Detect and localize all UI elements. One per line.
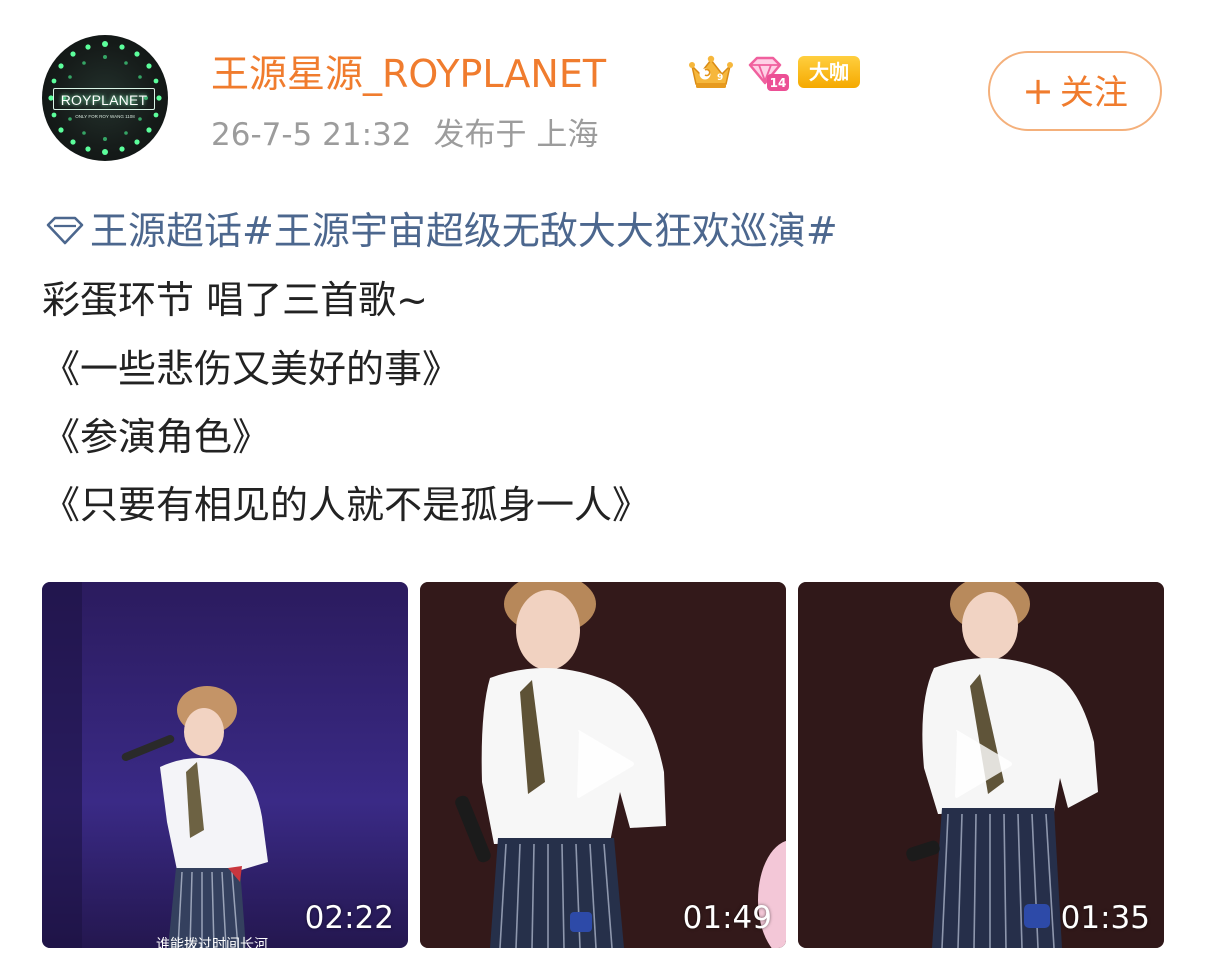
post-text-line: 彩蛋环节 唱了三首歌~ — [42, 278, 428, 322]
weibo-post: ROYPLANET ONLY FOR ROY WANG 1108 王源星源_RO… — [0, 0, 1206, 959]
supertopic-diamond-icon — [46, 216, 84, 244]
follow-button[interactable]: + 关注 — [988, 51, 1162, 131]
video-duration: 01:49 — [682, 900, 772, 936]
post-time: 26-7-5 21:32 — [211, 117, 412, 153]
video-thumbnail-3[interactable]: 01:35 — [798, 582, 1164, 948]
author-name[interactable]: 王源星源_ROYPLANET — [211, 52, 606, 96]
play-icon[interactable] — [573, 728, 637, 800]
plus-icon: + — [1022, 69, 1054, 113]
post-text-line: 《一些悲伤又美好的事》 — [42, 347, 461, 391]
svg-text:14: 14 — [770, 76, 787, 90]
svg-text:9: 9 — [717, 73, 723, 83]
post-location: 发布于 上海 — [433, 117, 599, 153]
diamond-level-badge-icon[interactable]: 14 — [745, 55, 791, 93]
avatar[interactable]: ROYPLANET ONLY FOR ROY WANG 1108 — [42, 35, 168, 161]
video-thumbnail-1[interactable]: 谁能拨过时间长河 02:22 — [42, 582, 408, 948]
follow-button-label: 关注 — [1059, 73, 1128, 113]
crown-badge-icon[interactable]: 9 — [686, 52, 736, 92]
post-text-line: 《只要有相见的人就不是孤身一人》 — [42, 483, 651, 527]
play-icon[interactable] — [951, 728, 1015, 800]
post-meta: 26-7-5 21:32 发布于 上海 — [211, 115, 598, 155]
vip-badge[interactable]: 大咖 — [798, 56, 860, 88]
video-frame-image — [42, 582, 408, 948]
avatar-logo-subtext: ONLY FOR ROY WANG 1108 — [75, 114, 135, 119]
video-duration: 02:22 — [304, 900, 394, 936]
video-thumbnail-2[interactable]: 01:49 — [420, 582, 786, 948]
avatar-logo-text: ROYPLANET — [53, 88, 155, 110]
post-text-line: 《参演角色》 — [42, 415, 271, 459]
video-subtitle: 谁能拨过时间长河 — [156, 937, 268, 948]
supertopic-link[interactable]: 王源超话#王源宇宙超级无敌大大狂欢巡演# — [42, 205, 838, 257]
video-duration: 01:35 — [1060, 900, 1150, 936]
supertopic-text[interactable]: 王源超话#王源宇宙超级无敌大大狂欢巡演# — [90, 209, 838, 253]
